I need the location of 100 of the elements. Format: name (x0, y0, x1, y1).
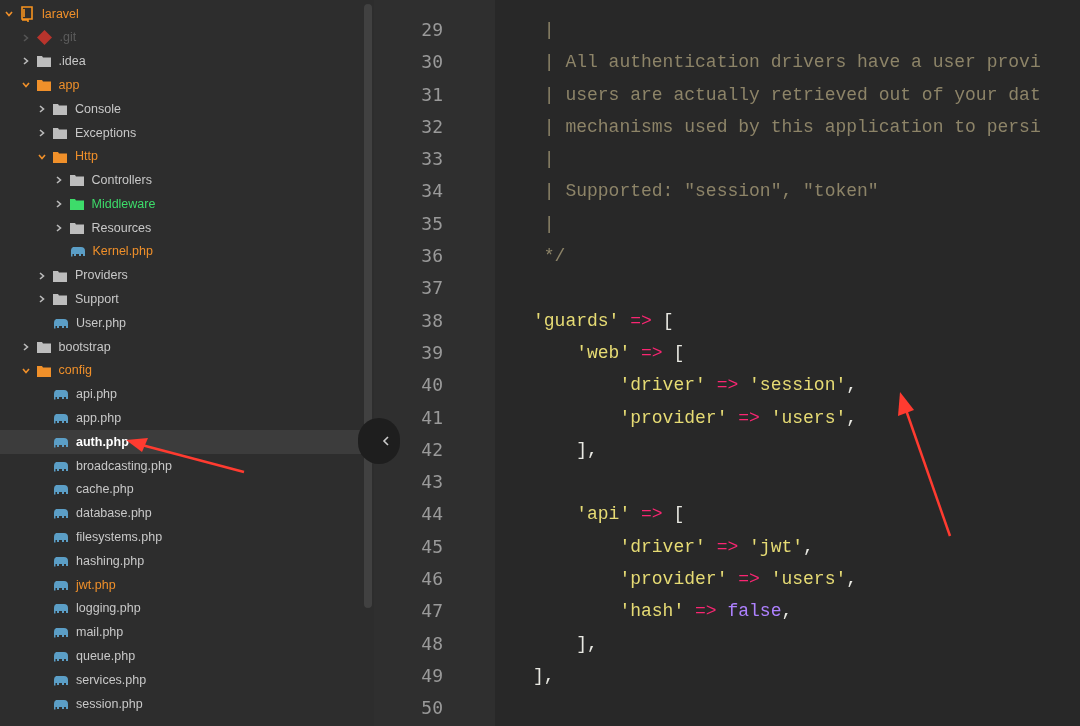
line-number: 29 (421, 18, 443, 42)
tree-label: Middleware (91, 195, 156, 213)
tree-item[interactable]: Console (0, 97, 362, 121)
tree-item[interactable]: logging.php (0, 596, 362, 621)
chevron-right-icon[interactable] (54, 200, 63, 209)
line-number: 40 (421, 373, 443, 398)
folder-icon (36, 364, 51, 377)
tree-label: Support (75, 291, 119, 309)
elephant-icon (53, 508, 68, 520)
elephant-icon (53, 484, 68, 496)
line-number: 32 (421, 114, 443, 139)
tree-item[interactable]: hashing.php (0, 549, 362, 574)
line-number: 44 (421, 502, 443, 527)
line-number: 34 (421, 179, 443, 204)
tree-label: jwt.php (76, 576, 116, 594)
elephant-icon (53, 460, 68, 472)
folder-icon (53, 150, 67, 163)
code-line: | (542, 213, 555, 234)
tree-item[interactable]: Kernel.php (0, 239, 362, 264)
code-line: 'provider' => 'users', (618, 407, 858, 428)
code-line: 'hash' => false, (618, 601, 793, 622)
tree-item[interactable]: api.php (0, 382, 362, 407)
chevron-right-icon[interactable] (21, 57, 30, 66)
code-line: | users are actually retrieved out of your dat (542, 84, 1041, 105)
tree-label: Console (75, 100, 121, 118)
tree-item[interactable]: mail.php (0, 620, 362, 645)
tree-label: User.php (76, 314, 127, 332)
tree-label: filesystems.php (76, 529, 163, 547)
code-line: | (542, 20, 555, 40)
tree-label: cache.php (76, 481, 134, 499)
line-number: 41 (421, 405, 443, 430)
tree-item[interactable]: session.php (0, 692, 362, 716)
folder-icon (69, 198, 84, 211)
tree-item[interactable]: broadcasting.php (0, 454, 362, 478)
tree-label: broadcasting.php (76, 457, 172, 475)
tree-item[interactable]: Http (0, 144, 362, 169)
chevron-right-icon[interactable] (38, 271, 46, 280)
tree-label: .idea (58, 53, 86, 71)
tree-label: app.php (76, 410, 122, 428)
elephant-icon (53, 531, 68, 543)
folder-icon (53, 293, 67, 306)
tree-label: bootstrap (58, 338, 111, 356)
line-number: 31 (421, 82, 443, 107)
tree-label: api.php (76, 386, 117, 404)
code-line: 'guards' => [ (533, 310, 674, 331)
chevron-right-icon[interactable] (38, 128, 46, 137)
tree-label: laravel (42, 5, 79, 23)
chevron-right-icon[interactable] (21, 343, 30, 352)
tree-item[interactable]: Exceptions (0, 121, 362, 145)
tree-item[interactable]: database.php (0, 501, 362, 526)
line-number: 48 (421, 631, 443, 656)
elephant-icon (53, 603, 68, 615)
tree-item[interactable]: app.php (0, 406, 362, 431)
scrollbar[interactable] (362, 0, 374, 726)
code-line: | (542, 149, 555, 170)
tree-item[interactable]: Support (0, 287, 362, 312)
chevron-left-icon (382, 436, 390, 446)
chevron-right-icon[interactable] (38, 295, 46, 304)
elephant-icon (53, 389, 68, 401)
chevron-right-icon[interactable] (38, 105, 46, 114)
tree-item[interactable]: bootstrap (0, 335, 362, 359)
tree-item[interactable]: auth.php (0, 430, 362, 455)
code-line: ], (575, 633, 598, 654)
chevron-down-icon[interactable] (38, 152, 46, 161)
elephant-icon (53, 555, 68, 567)
tree-item[interactable]: jwt.php (0, 573, 362, 597)
tree-item[interactable]: Providers (0, 263, 362, 288)
elephant-icon (53, 579, 68, 591)
tree-item[interactable]: .idea (0, 49, 362, 74)
tree-item[interactable]: User.php (0, 311, 362, 336)
tree-label: Exceptions (75, 124, 137, 142)
tree-label: logging.php (76, 600, 141, 618)
code-line: | mechanisms used by this application to persi (542, 116, 1041, 137)
tree-label: Resources (91, 219, 152, 237)
diamond-icon (36, 30, 52, 46)
chevron-down-icon[interactable] (5, 9, 13, 18)
tree-item[interactable]: Middleware (0, 192, 362, 217)
chevron-down-icon[interactable] (21, 81, 30, 90)
elephant-icon (53, 317, 68, 329)
code-line: */ (542, 246, 566, 267)
elephant-icon (69, 246, 85, 258)
tree-label: Controllers (91, 172, 152, 190)
tree-item[interactable]: cache.php (0, 477, 362, 502)
tree-item[interactable]: app (0, 73, 362, 98)
tree-item[interactable]: queue.php (0, 644, 362, 669)
tree-item[interactable]: services.php (0, 668, 362, 693)
chevron-down-icon[interactable] (21, 366, 30, 375)
tree-item[interactable]: laravel (0, 2, 362, 26)
chevron-right-icon[interactable] (54, 176, 63, 185)
tree-label: Kernel.php (92, 243, 153, 261)
code-line: | All authentication drivers have a user provi (542, 52, 1041, 73)
chevron-right-icon[interactable] (54, 224, 63, 233)
code-line: | Supported: "session", "token" (542, 181, 879, 202)
folder-icon (36, 55, 51, 68)
tree-item[interactable]: Resources (0, 216, 362, 240)
tree-item[interactable]: filesystems.php (0, 525, 362, 550)
book-icon (20, 5, 34, 22)
tree-item[interactable]: config (0, 358, 362, 383)
tree-item[interactable]: Controllers (0, 168, 362, 193)
line-number: 43 (421, 470, 443, 495)
